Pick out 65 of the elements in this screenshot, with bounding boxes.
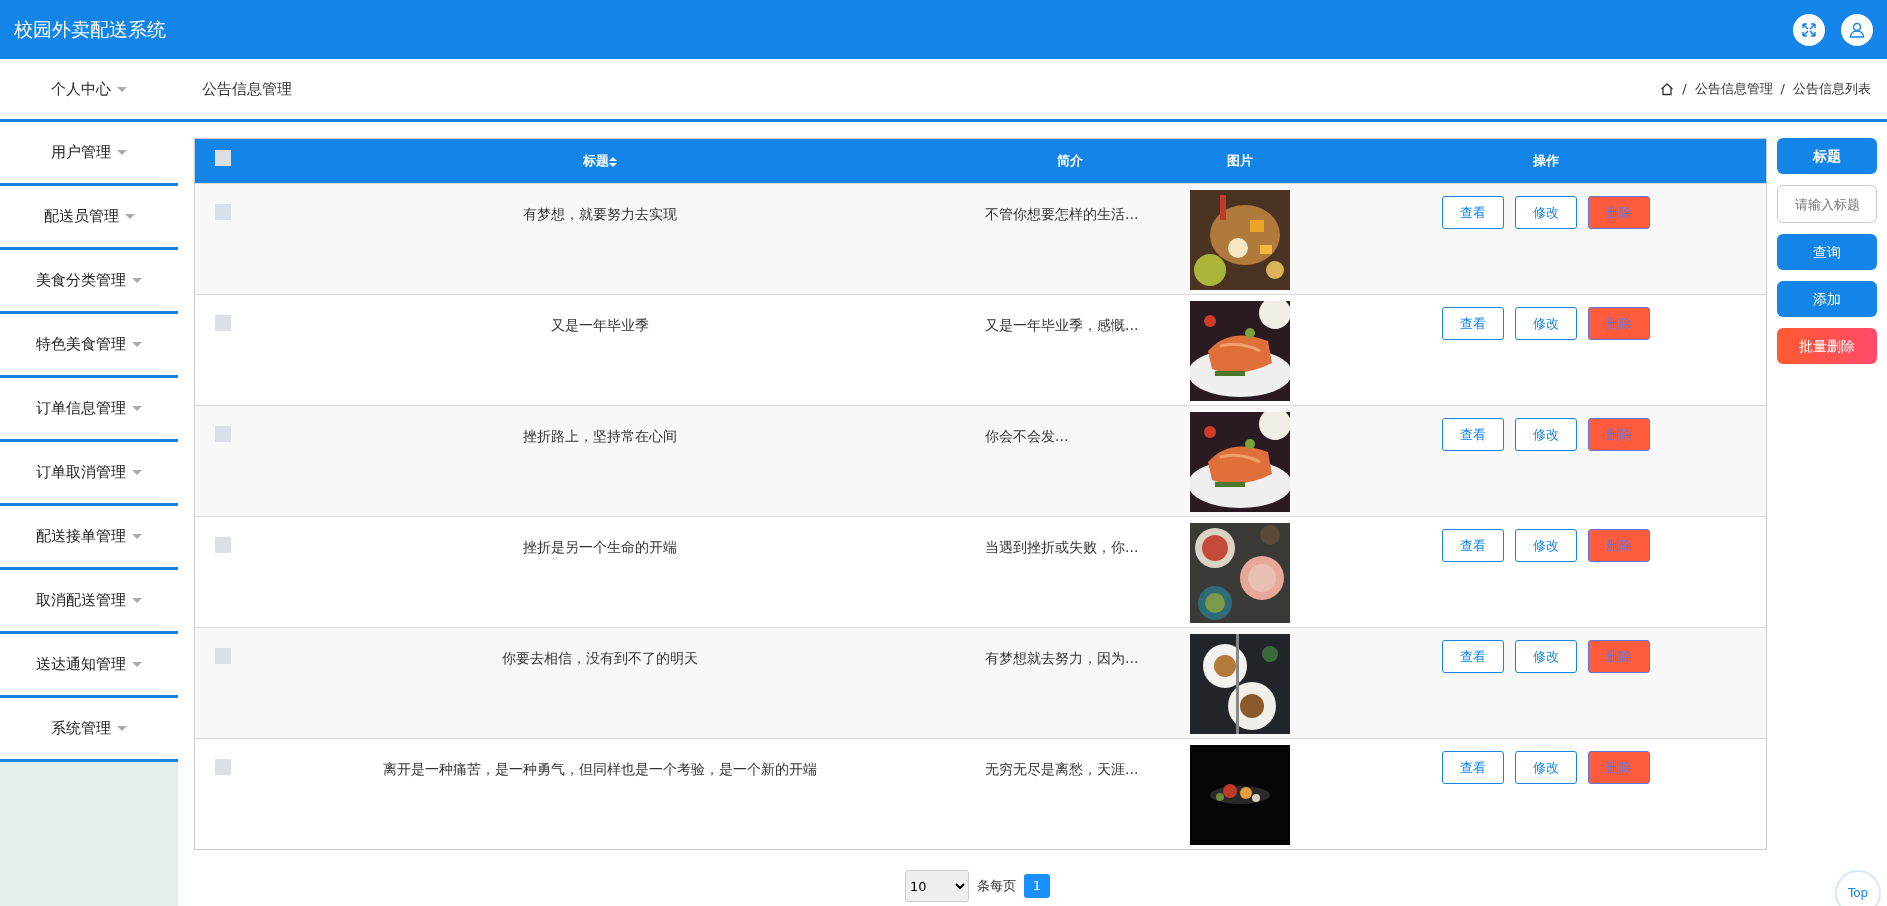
row-checkbox[interactable] (215, 315, 231, 331)
row-checkbox[interactable] (215, 426, 231, 442)
caret-icon (124, 214, 135, 219)
title-cell: 离开是一种痛苦，是一种勇气，但同样也是一个考验，是一个新的开端 (383, 761, 817, 777)
edit-button[interactable]: 修改 (1514, 529, 1577, 562)
caret-icon (132, 406, 142, 411)
app-title: 校园外卖配送系统 (14, 17, 166, 43)
view-button[interactable]: 查看 (1441, 640, 1504, 673)
caret-icon (132, 534, 142, 539)
summary-cell: 无穷无尽是离愁，天涯... (985, 761, 1139, 777)
caret-icon (132, 342, 142, 347)
summary-cell: 又是一年毕业季，感慨... (985, 317, 1139, 333)
title-cell: 有梦想，就要努力去实现 (523, 206, 677, 222)
view-button[interactable]: 查看 (1441, 418, 1504, 451)
view-button[interactable]: 查看 (1441, 196, 1504, 229)
field-label: 标题 (1777, 138, 1877, 174)
row-checkbox[interactable] (215, 204, 231, 220)
edit-button[interactable]: 修改 (1514, 640, 1577, 673)
view-button[interactable]: 查看 (1441, 529, 1504, 562)
title-cell: 你要去相信，没有到不了的明天 (502, 650, 698, 666)
row-checkbox[interactable] (215, 648, 231, 664)
batch-delete-button[interactable]: 批量删除 (1777, 328, 1877, 364)
title-cell: 挫折路上，坚持常在心间 (523, 428, 677, 444)
search-field[interactable]: 请输入标题 (1777, 185, 1877, 223)
column-header: 操作 (1532, 152, 1559, 171)
home-icon[interactable] (1660, 82, 1675, 96)
caret-icon (132, 278, 142, 283)
edit-button[interactable]: 修改 (1514, 196, 1577, 229)
caret-icon (117, 150, 127, 155)
fullscreen-icon[interactable] (1793, 13, 1825, 46)
title-cell: 挫折是另一个生命的开端 (523, 539, 677, 555)
caret-icon (117, 726, 127, 731)
page-size-label: 条每页 (977, 877, 1016, 896)
column-header[interactable]: 标题 (583, 153, 609, 169)
breadcrumb-item[interactable]: 公告信息管理 (1694, 79, 1773, 99)
summary-cell: 有梦想就去努力，因为... (985, 650, 1139, 666)
edit-button[interactable]: 修改 (1514, 307, 1577, 340)
edit-button[interactable]: 修改 (1514, 418, 1577, 451)
column-header: 简介 (1057, 153, 1083, 169)
view-button[interactable]: 查看 (1441, 751, 1504, 784)
page-button[interactable]: 1 (1024, 874, 1050, 898)
summary-cell: 不管你想要怎样的生活... (985, 206, 1139, 222)
title-cell: 又是一年毕业季 (551, 317, 649, 333)
view-button[interactable]: 查看 (1441, 307, 1504, 340)
summary-cell: 你会不会发... (985, 428, 1069, 444)
caret-icon (117, 86, 127, 92)
user-icon[interactable] (1841, 13, 1873, 46)
sort-icon[interactable] (609, 156, 617, 167)
row-checkbox[interactable] (215, 537, 231, 553)
action-button[interactable]: 添加 (1777, 281, 1877, 317)
page-title: 公告信息管理 (202, 78, 292, 100)
row-checkbox[interactable] (215, 759, 231, 775)
summary-cell: 当遇到挫折或失败，你... (985, 539, 1139, 555)
caret-icon (132, 598, 142, 603)
page-size-select[interactable]: 10 (905, 870, 969, 902)
select-all-checkbox[interactable] (215, 150, 231, 167)
caret-icon (132, 662, 142, 667)
breadcrumb-separator: / (1682, 80, 1687, 99)
breadcrumb-item: 公告信息列表 (1793, 80, 1871, 99)
edit-button[interactable]: 修改 (1514, 751, 1577, 784)
action-button[interactable]: 查询 (1777, 234, 1877, 270)
column-header: 图片 (1227, 152, 1253, 171)
caret-icon (132, 470, 142, 475)
breadcrumb-separator: / (1780, 80, 1785, 99)
back-to-top-button[interactable]: Top (1835, 870, 1881, 906)
